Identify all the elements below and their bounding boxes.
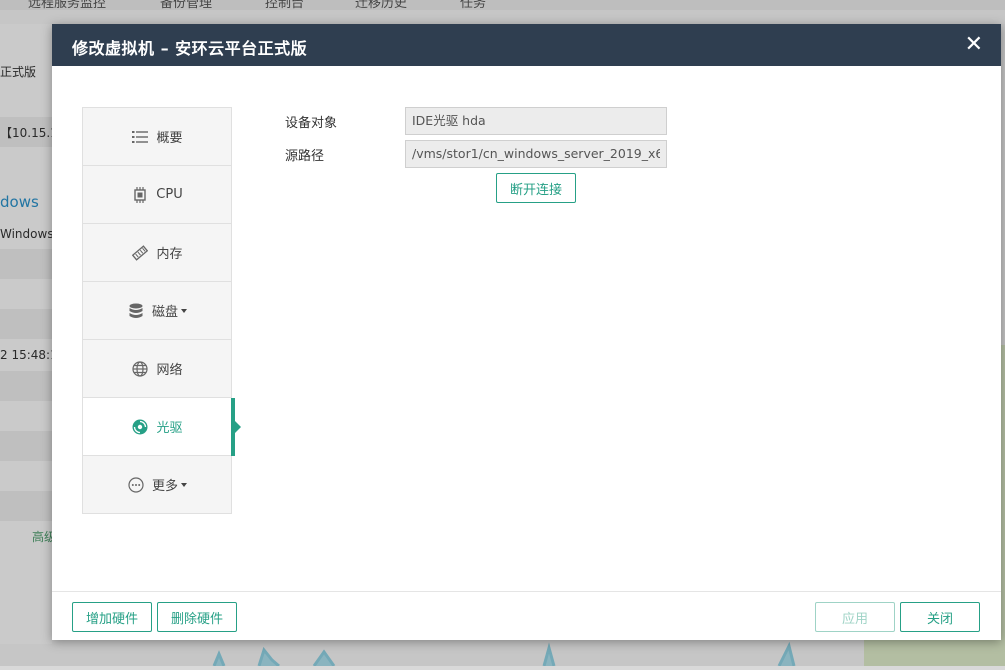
cpu-icon	[131, 186, 149, 204]
nav-item-cpu[interactable]: CPU	[82, 166, 232, 224]
apply-button[interactable]: 应用	[815, 602, 895, 632]
source-path-label: 源路径	[285, 149, 325, 164]
disc-icon	[131, 418, 149, 436]
nav-item-label: 更多	[151, 479, 178, 494]
remove-hardware-button[interactable]: 删除硬件	[157, 602, 237, 632]
dialog-header: 修改虚拟机 – 安环云平台正式版 ✕	[52, 24, 1001, 66]
nav-item-label: 光驱	[156, 421, 183, 436]
add-hardware-button[interactable]: 增加硬件	[72, 602, 152, 632]
nav-item-label: 概要	[156, 131, 183, 146]
nav-item-network[interactable]: 网络	[82, 340, 232, 398]
device-label: 设备对象	[285, 116, 338, 131]
nav-item-memory[interactable]: 内存	[82, 224, 232, 282]
memory-icon	[131, 244, 149, 262]
hardware-nav: 概要 CPU 内存 磁盘 网络 光驱 更多	[82, 107, 241, 514]
nav-item-disk[interactable]: 磁盘	[82, 282, 232, 340]
disconnect-button[interactable]: 断开连接	[496, 173, 576, 203]
database-icon	[127, 302, 145, 320]
nav-item-cdrom[interactable]: 光驱	[82, 398, 241, 456]
more-icon	[127, 476, 145, 494]
nav-item-label: 内存	[156, 247, 183, 262]
nav-item-more[interactable]: 更多	[82, 456, 232, 514]
nav-item-label: 磁盘	[151, 305, 178, 320]
nav-item-label: CPU	[156, 187, 183, 202]
nav-item-label: 网络	[156, 363, 183, 378]
dialog-title: 修改虚拟机 – 安环云平台正式版	[72, 39, 308, 58]
close-button[interactable]: 关闭	[900, 602, 980, 632]
device-field[interactable]	[405, 107, 667, 135]
edit-vm-dialog: 修改虚拟机 – 安环云平台正式版 ✕ 概要 CPU 内存 磁盘 网络 光驱 更多…	[52, 24, 1001, 640]
close-icon[interactable]: ✕	[965, 32, 983, 58]
globe-icon	[131, 360, 149, 378]
chevron-down-icon	[181, 482, 187, 487]
nav-item-overview[interactable]: 概要	[82, 107, 232, 166]
footer-divider	[52, 591, 1001, 592]
chevron-down-icon	[181, 308, 187, 313]
list-icon	[131, 128, 149, 146]
source-path-field[interactable]	[405, 140, 667, 168]
